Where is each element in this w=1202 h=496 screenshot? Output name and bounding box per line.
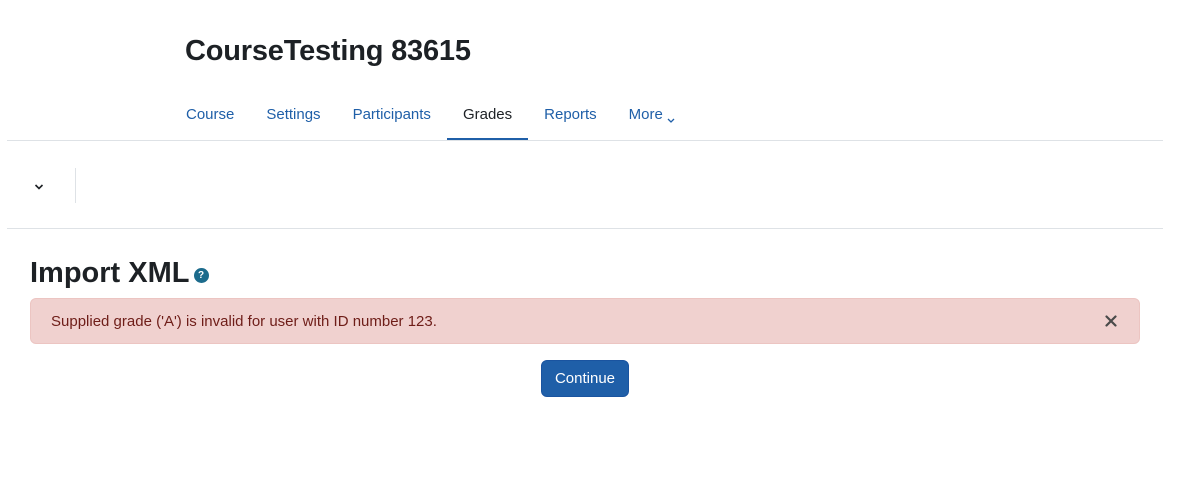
tertiary-nav-dropdown[interactable] [29,177,49,197]
tertiary-divider [75,168,76,203]
chevron-down-icon [34,178,44,196]
page-heading-text: Import XML [30,257,190,289]
close-icon[interactable] [1103,313,1119,329]
tab-participants[interactable]: Participants [337,87,447,141]
chevron-down-icon [667,111,675,123]
secondary-navigation: Course Settings Participants Grades Repo… [170,87,690,141]
tab-grades[interactable]: Grades [446,87,529,141]
tab-more[interactable]: More [613,87,690,141]
page-heading: Import XML ? [30,256,209,290]
tab-settings[interactable]: Settings [250,87,336,141]
section-divider [7,228,1163,229]
tab-more-label: More [628,105,663,123]
alert-message: Supplied grade ('A') is invalid for user… [51,312,437,330]
question-circle-icon[interactable]: ? [193,267,209,283]
error-alert: Supplied grade ('A') is invalid for user… [30,298,1140,344]
tertiary-navigation [7,141,1163,228]
tab-reports[interactable]: Reports [528,87,613,141]
continue-button[interactable]: Continue [541,360,629,397]
tab-course[interactable]: Course [170,87,250,141]
page: CourseTesting 83615 Course Settings Part… [0,0,1202,496]
course-title: CourseTesting 83615 [185,35,471,67]
